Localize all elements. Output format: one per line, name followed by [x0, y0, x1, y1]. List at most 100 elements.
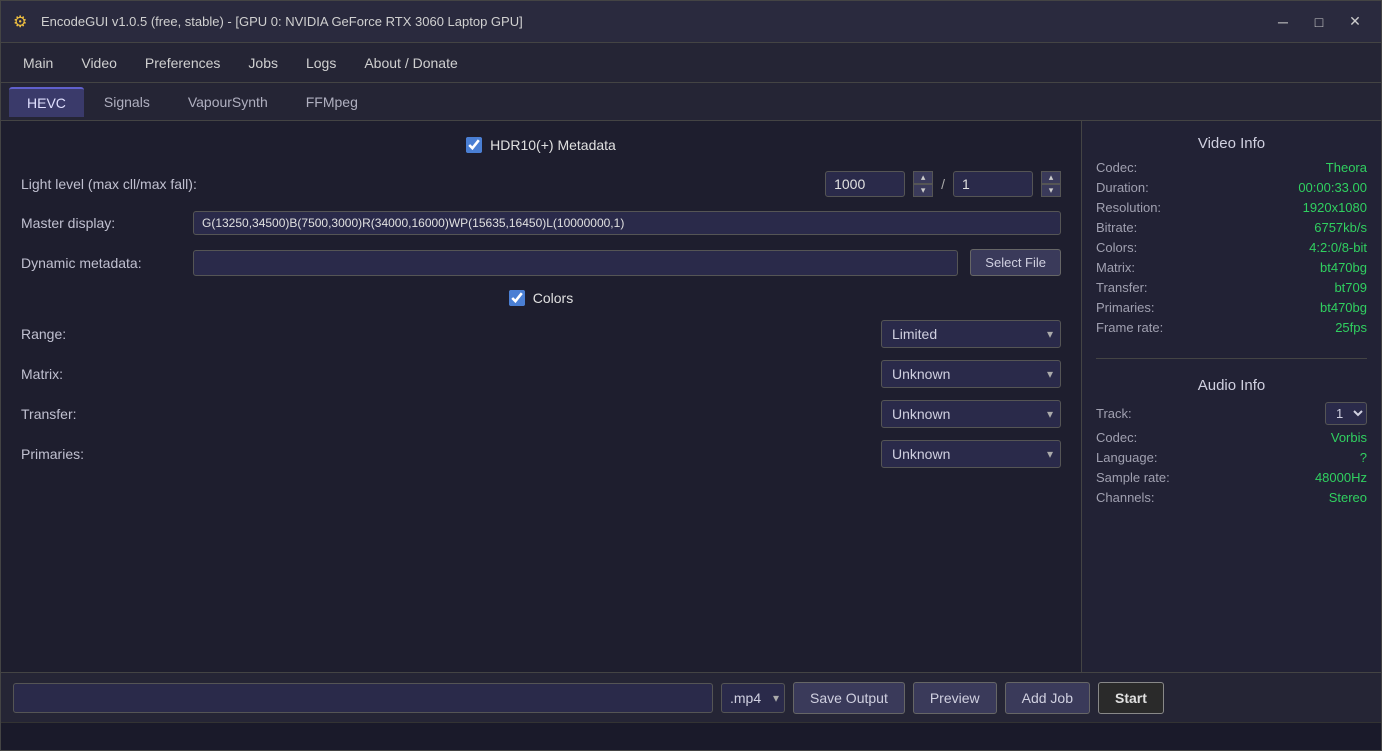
ai-samplerate-label: Sample rate: [1096, 470, 1170, 485]
vi-bitrate-value: 6757kb/s [1314, 220, 1367, 235]
menu-item-about[interactable]: About / Donate [350, 49, 471, 77]
menu-item-main[interactable]: Main [9, 49, 67, 77]
spinbox1-down[interactable]: ▾ [913, 184, 933, 197]
light-level-spinbox1[interactable] [825, 171, 905, 197]
output-path-input[interactable] [13, 683, 713, 713]
video-info-title: Video Info [1096, 135, 1367, 152]
tabs-bar: HEVCSignalsVapourSynthFFMpeg [1, 83, 1381, 121]
spinbox2-up[interactable]: ▴ [1041, 171, 1061, 184]
colors-checkbox-label: Colors [533, 290, 573, 306]
ai-codec-row: Codec: Vorbis [1096, 430, 1367, 445]
vi-primaries-row: Primaries: bt470bg [1096, 300, 1367, 315]
dynamic-metadata-label: Dynamic metadata: [21, 255, 181, 271]
matrix-dropdown-wrapper: Unknown bt709 bt2020nc [881, 360, 1061, 388]
spinbox1-buttons: ▴ ▾ [913, 171, 933, 197]
bottom-bar: .mp4 .mkv .mov Save Output Preview Add J… [1, 672, 1381, 722]
window-title: EncodeGUI v1.0.5 (free, stable) - [GPU 0… [41, 14, 1269, 29]
vi-matrix-label: Matrix: [1096, 260, 1135, 275]
preview-button[interactable]: Preview [913, 682, 997, 714]
ai-language-row: Language: ? [1096, 450, 1367, 465]
ai-samplerate-row: Sample rate: 48000Hz [1096, 470, 1367, 485]
menu-bar: MainVideoPreferencesJobsLogsAbout / Dona… [1, 43, 1381, 83]
ai-language-label: Language: [1096, 450, 1157, 465]
spinbox2-down[interactable]: ▾ [1041, 184, 1061, 197]
menu-item-preferences[interactable]: Preferences [131, 49, 234, 77]
maximize-button[interactable]: □ [1305, 10, 1333, 34]
ai-channels-value: Stereo [1329, 490, 1367, 505]
primaries-row: Primaries: Unknown bt709 bt2020 [21, 440, 1061, 468]
vi-duration-row: Duration: 00:00:33.00 [1096, 180, 1367, 195]
ai-track-label: Track: [1096, 406, 1132, 421]
sidebar: Video Info Codec: Theora Duration: 00:00… [1081, 121, 1381, 672]
vi-transfer-label: Transfer: [1096, 280, 1148, 295]
vi-primaries-value: bt470bg [1320, 300, 1367, 315]
vi-resolution-value: 1920x1080 [1303, 200, 1367, 215]
colors-checkbox[interactable] [509, 290, 525, 306]
start-button[interactable]: Start [1098, 682, 1164, 714]
vi-framerate-label: Frame rate: [1096, 320, 1163, 335]
hdr-checkbox[interactable] [466, 137, 482, 153]
tab-vapoursynth[interactable]: VapourSynth [170, 88, 286, 116]
colors-checkbox-row: Colors [21, 290, 1061, 306]
transfer-select[interactable]: Unknown bt709 smpte2084 [881, 400, 1061, 428]
vi-colors-row: Colors: 4:2:0/8-bit [1096, 240, 1367, 255]
ai-codec-value: Vorbis [1331, 430, 1367, 445]
format-select[interactable]: .mp4 .mkv .mov [721, 683, 785, 713]
spinbox1-up[interactable]: ▴ [913, 171, 933, 184]
minimize-button[interactable]: ─ [1269, 10, 1297, 34]
main-panel: HDR10(+) Metadata Light level (max cll/m… [1, 121, 1081, 672]
range-label: Range: [21, 326, 121, 342]
vi-bitrate-label: Bitrate: [1096, 220, 1137, 235]
add-job-button[interactable]: Add Job [1005, 682, 1090, 714]
menu-item-logs[interactable]: Logs [292, 49, 350, 77]
tab-signals[interactable]: Signals [86, 88, 168, 116]
matrix-select[interactable]: Unknown bt709 bt2020nc [881, 360, 1061, 388]
content-area: HDR10(+) Metadata Light level (max cll/m… [1, 121, 1381, 672]
transfer-row: Transfer: Unknown bt709 smpte2084 [21, 400, 1061, 428]
spinbox2-buttons: ▴ ▾ [1041, 171, 1061, 197]
save-output-button[interactable]: Save Output [793, 682, 905, 714]
vi-bitrate-row: Bitrate: 6757kb/s [1096, 220, 1367, 235]
hdr-checkbox-label: HDR10(+) Metadata [490, 137, 616, 153]
dynamic-metadata-input[interactable] [193, 250, 958, 276]
vi-resolution-label: Resolution: [1096, 200, 1161, 215]
range-select[interactable]: Limited Full [881, 320, 1061, 348]
menu-item-jobs[interactable]: Jobs [234, 49, 292, 77]
ai-track-select[interactable]: 1 2 [1325, 402, 1367, 425]
window-controls: ─ □ ✕ [1269, 10, 1369, 34]
vi-colors-label: Colors: [1096, 240, 1137, 255]
light-level-spinbox2[interactable] [953, 171, 1033, 197]
transfer-label: Transfer: [21, 406, 121, 422]
video-info-section: Video Info Codec: Theora Duration: 00:00… [1096, 135, 1367, 340]
vi-duration-label: Duration: [1096, 180, 1149, 195]
master-display-label: Master display: [21, 215, 181, 231]
ai-samplerate-value: 48000Hz [1315, 470, 1367, 485]
app-icon: ⚙ [13, 12, 33, 32]
primaries-select[interactable]: Unknown bt709 bt2020 [881, 440, 1061, 468]
ai-codec-label: Codec: [1096, 430, 1137, 445]
dynamic-metadata-row: Dynamic metadata: Select File [21, 249, 1061, 276]
ai-channels-label: Channels: [1096, 490, 1155, 505]
close-button[interactable]: ✕ [1341, 10, 1369, 34]
vi-colors-value: 4:2:0/8-bit [1309, 240, 1367, 255]
primaries-dropdown-wrapper: Unknown bt709 bt2020 [881, 440, 1061, 468]
range-row: Range: Limited Full [21, 320, 1061, 348]
master-display-input[interactable] [193, 211, 1061, 235]
status-bar [1, 722, 1381, 750]
audio-info-title: Audio Info [1096, 377, 1367, 394]
tab-hevc[interactable]: HEVC [9, 87, 84, 117]
select-file-button[interactable]: Select File [970, 249, 1061, 276]
audio-info-section: Audio Info Track: 1 2 Codec: Vorbis Lang… [1096, 377, 1367, 510]
matrix-row: Matrix: Unknown bt709 bt2020nc [21, 360, 1061, 388]
ai-track-row: Track: 1 2 [1096, 402, 1367, 425]
primaries-label: Primaries: [21, 446, 121, 462]
light-level-spinbox-group: ▴ ▾ / ▴ ▾ [825, 171, 1061, 197]
tab-ffmpeg[interactable]: FFMpeg [288, 88, 376, 116]
matrix-label: Matrix: [21, 366, 121, 382]
menu-item-video[interactable]: Video [67, 49, 131, 77]
info-divider [1096, 358, 1367, 359]
light-level-label: Light level (max cll/max fall): [21, 176, 197, 192]
application-window: ⚙ EncodeGUI v1.0.5 (free, stable) - [GPU… [0, 0, 1382, 751]
vi-framerate-value: 25fps [1335, 320, 1367, 335]
vi-transfer-value: bt709 [1334, 280, 1367, 295]
